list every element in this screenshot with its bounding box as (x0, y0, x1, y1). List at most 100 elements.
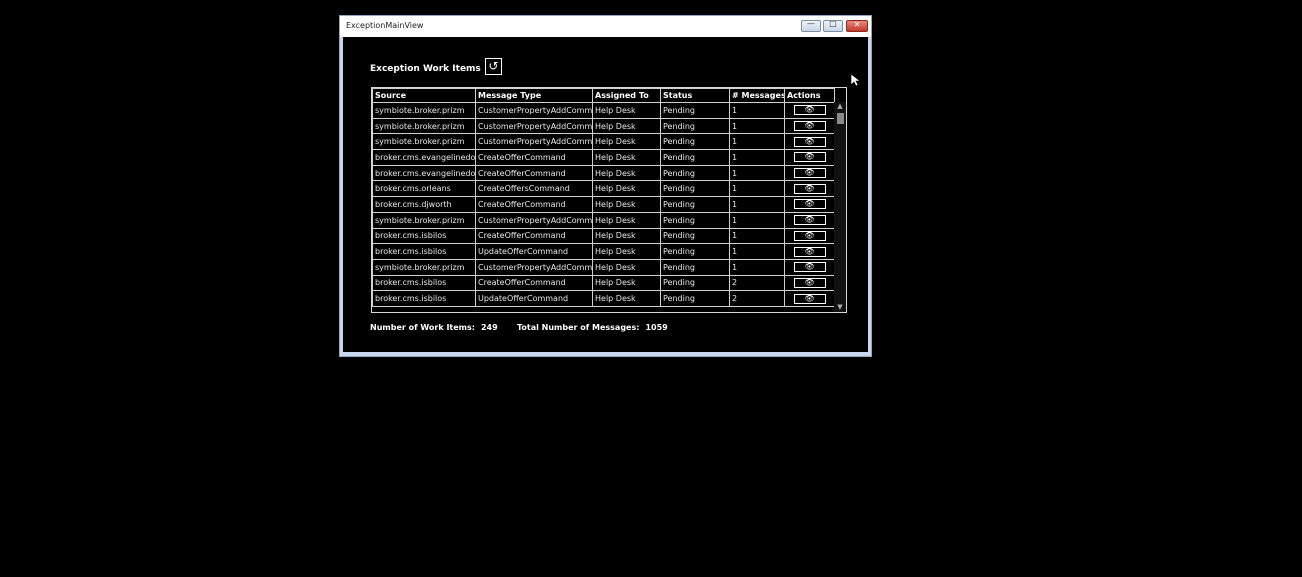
view-details-button[interactable]: 👁 (793, 262, 826, 273)
cell-assigned-to: Help Desk (592, 290, 661, 307)
work-items-value: 249 (480, 323, 498, 332)
eye-icon: 👁 (804, 215, 815, 225)
cell-assigned-to: Help Desk (592, 164, 661, 182)
cell-actions: 👁 (784, 180, 835, 198)
cell-status: Pending (660, 180, 730, 198)
view-details-button[interactable]: 👁 (793, 246, 826, 257)
table-row[interactable]: broker.cms.isbilos CreateOfferCommand Help… (372, 227, 835, 245)
column-header-message-type[interactable]: Message Type (475, 88, 593, 103)
work-items-label: Number of Work Items: (370, 323, 475, 332)
cell-actions: 👁 (784, 290, 835, 307)
cell-message-type: CreateOfferCommand (475, 274, 593, 292)
cell-actions: 👁 (784, 258, 835, 276)
title-bar[interactable]: ExceptionMainView — □ ✕ (340, 16, 871, 37)
client-area: Exception Work Items ↺ Source Message Ty… (343, 37, 868, 352)
table-row[interactable]: symbiote.broker.prizm CustomerPropertyAdd… (372, 211, 835, 229)
cell-status: Pending (660, 211, 730, 229)
close-button[interactable]: ✕ (846, 20, 868, 32)
cell-actions: 👁 (784, 274, 835, 292)
cell-assigned-to: Help Desk (592, 149, 661, 166)
table-row[interactable]: broker.cms.evangelinedow CreateOfferComma… (372, 164, 835, 182)
cell-actions: 👁 (784, 243, 835, 260)
view-details-button[interactable]: 👁 (793, 230, 826, 241)
cell-message-type: UpdateOfferCommand (475, 290, 593, 307)
eye-icon: 👁 (804, 199, 815, 209)
cell-assigned-to: Help Desk (592, 102, 661, 119)
work-items-grid: Source Message Type Assigned To Status #… (371, 87, 847, 313)
table-row[interactable]: symbiote.broker.prizm CustomerPropertyAdd… (372, 117, 835, 135)
total-messages-value: 1059 (645, 323, 668, 332)
eye-icon: 👁 (804, 121, 815, 131)
cell-status: Pending (660, 117, 730, 135)
table-row[interactable]: broker.cms.djworth CreateOfferCommand Help… (372, 196, 835, 213)
table-row[interactable]: broker.cms.orleans CreateOffersCommand Hel… (372, 180, 835, 198)
cell-assigned-to: Help Desk (592, 243, 661, 260)
cell-source: broker.cms.isbilos (372, 274, 476, 292)
maximize-button[interactable]: □ (823, 19, 843, 32)
cell-source: broker.cms.djworth (372, 196, 476, 213)
view-details-button[interactable]: 👁 (793, 105, 826, 116)
cell-assigned-to: Help Desk (592, 133, 661, 151)
cell-message-type: CustomerPropertyAddComma (475, 258, 593, 276)
cell-actions: 👁 (784, 196, 835, 213)
column-header-assigned-to[interactable]: Assigned To (592, 88, 661, 103)
view-details-button[interactable]: 👁 (793, 168, 826, 179)
column-header-actions[interactable]: Actions (784, 88, 835, 103)
cell-assigned-to: Help Desk (592, 180, 661, 198)
maximize-icon: □ (829, 19, 837, 28)
cell-source: symbiote.broker.prizm (372, 258, 476, 276)
minimize-button[interactable]: — (801, 19, 821, 32)
view-details-button[interactable]: 👁 (793, 215, 826, 226)
cell-source: symbiote.broker.prizm (372, 133, 476, 151)
view-details-button[interactable]: 👁 (793, 136, 826, 147)
vertical-scrollbar[interactable]: ▲ ▼ (834, 102, 846, 312)
cell-actions: 👁 (784, 102, 835, 119)
scroll-up-icon[interactable]: ▲ (834, 102, 846, 111)
cell-status: Pending (660, 290, 730, 307)
cell-status: Pending (660, 243, 730, 260)
cell-actions: 👁 (784, 211, 835, 229)
mouse-cursor-icon (850, 73, 860, 87)
scroll-down-icon[interactable]: ▼ (834, 303, 846, 312)
table-row[interactable]: broker.cms.isbilos UpdateOfferCommand Help… (372, 290, 835, 307)
table-body: symbiote.broker.prizm CustomerPropertyAdd… (372, 102, 835, 307)
table-row[interactable]: broker.cms.isbilos CreateOfferCommand Help… (372, 274, 835, 292)
column-header-messages[interactable]: # Messages (729, 88, 785, 103)
view-details-button[interactable]: 👁 (793, 121, 826, 132)
refresh-button[interactable]: ↺ (485, 58, 502, 75)
table-row[interactable]: symbiote.broker.prizm CustomerPropertyAdd… (372, 133, 835, 151)
window-title: ExceptionMainView (346, 21, 424, 30)
scrollbar-thumb[interactable] (837, 113, 844, 124)
cell-source: broker.cms.evangelinedow (372, 164, 476, 182)
cell-actions: 👁 (784, 149, 835, 166)
column-header-status[interactable]: Status (660, 88, 730, 103)
total-messages-label: Total Number of Messages: (517, 323, 640, 332)
cell-messages: 1 (729, 211, 785, 229)
view-details-button[interactable]: 👁 (793, 152, 826, 163)
cell-messages: 1 (729, 164, 785, 182)
cell-status: Pending (660, 274, 730, 292)
cell-source: symbiote.broker.prizm (372, 211, 476, 229)
cell-messages: 1 (729, 180, 785, 198)
column-header-source[interactable]: Source (372, 88, 476, 103)
cell-message-type: CreateOfferCommand (475, 149, 593, 166)
view-details-button[interactable]: 👁 (793, 199, 826, 210)
view-details-button[interactable]: 👁 (793, 293, 826, 304)
table-row[interactable]: broker.cms.evangelinedow CreateOfferComma… (372, 149, 835, 166)
eye-icon: 👁 (804, 293, 815, 303)
view-details-button[interactable]: 👁 (793, 183, 826, 194)
cell-status: Pending (660, 227, 730, 245)
table-row[interactable]: symbiote.broker.prizm CustomerPropertyAdd… (372, 102, 835, 119)
cell-assigned-to: Help Desk (592, 274, 661, 292)
cell-message-type: CreateOfferCommand (475, 227, 593, 245)
table-row[interactable]: symbiote.broker.prizm CustomerPropertyAdd… (372, 258, 835, 276)
cell-actions: 👁 (784, 227, 835, 245)
table-row[interactable]: broker.cms.isbilos UpdateOfferCommand Help… (372, 243, 835, 260)
cell-assigned-to: Help Desk (592, 211, 661, 229)
cell-messages: 1 (729, 196, 785, 213)
view-details-button[interactable]: 👁 (793, 277, 826, 288)
cell-message-type: CustomerPropertyAddComma (475, 117, 593, 135)
cell-assigned-to: Help Desk (592, 196, 661, 213)
cell-source: symbiote.broker.prizm (372, 117, 476, 135)
minimize-icon: — (807, 19, 815, 28)
